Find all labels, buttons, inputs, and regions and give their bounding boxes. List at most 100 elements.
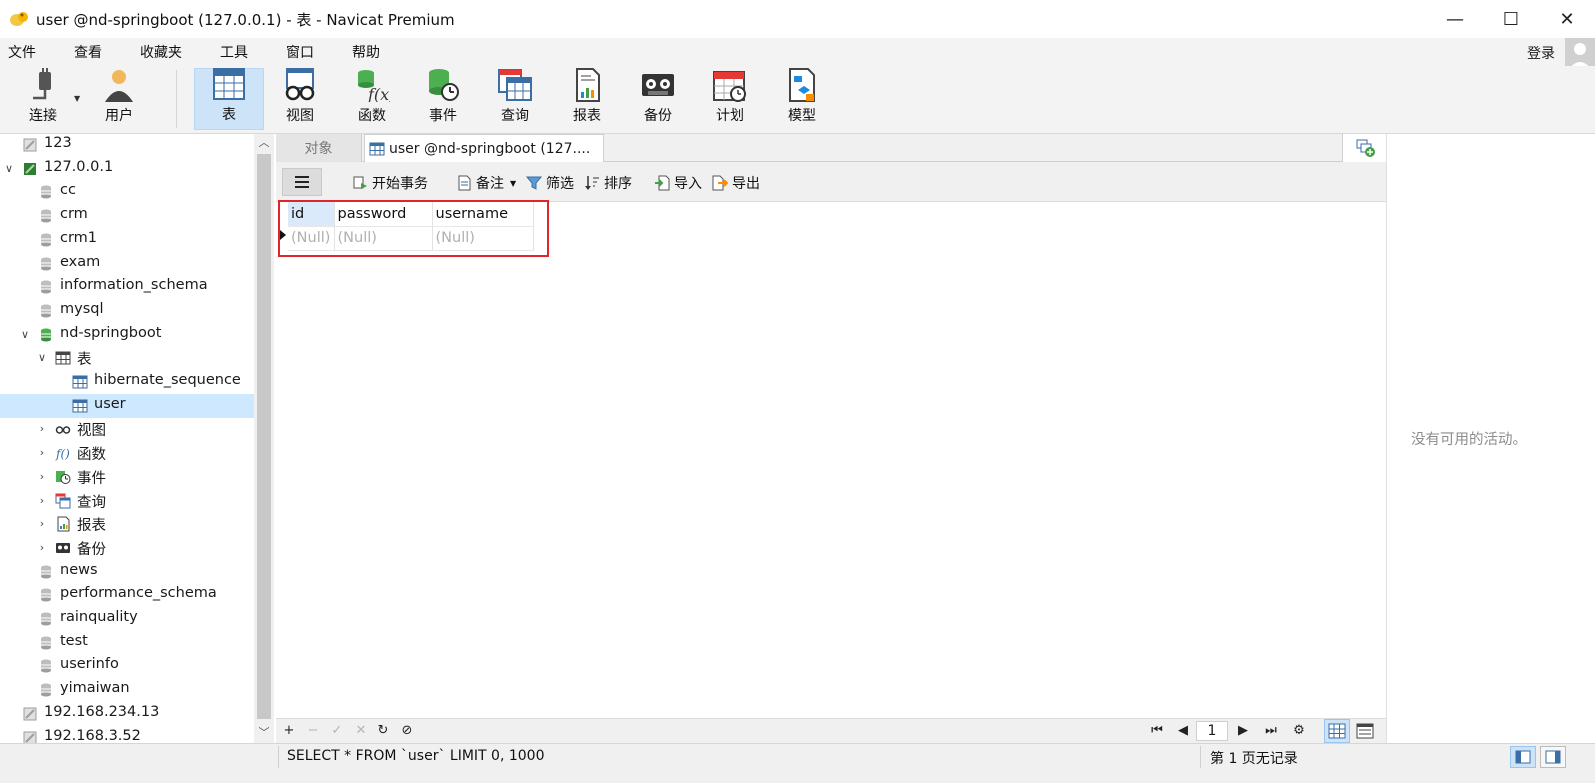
- filter-button[interactable]: 筛选: [525, 173, 574, 193]
- user-button[interactable]: 用户: [84, 68, 154, 130]
- next-page-button[interactable]: ▶: [1234, 722, 1252, 740]
- close-button[interactable]: ✕: [1539, 0, 1595, 38]
- add-record-button[interactable]: +: [280, 722, 298, 740]
- event-icon: [55, 469, 71, 485]
- tree-scrollbar[interactable]: ︿ ﹀: [254, 134, 274, 743]
- table-button[interactable]: 表: [194, 68, 264, 130]
- tree-item-label: 192.168.234.13: [44, 703, 160, 720]
- apply-changes-button[interactable]: ✓: [328, 722, 346, 740]
- chevron-right-icon[interactable]: ›: [36, 447, 48, 459]
- tree-item[interactable]: › 事件: [0, 465, 254, 489]
- stop-button[interactable]: ⊘: [398, 722, 416, 740]
- tab-user-table[interactable]: user @nd-springboot (127....: [364, 134, 604, 162]
- chevron-down-icon[interactable]: ∨: [3, 162, 15, 175]
- layout-right-toggle[interactable]: [1540, 746, 1566, 768]
- tree-item[interactable]: › 备份: [0, 536, 254, 560]
- tree-item[interactable]: crm: [0, 204, 254, 228]
- tree-item-label: mysql: [60, 300, 104, 317]
- menu-favorites[interactable]: 收藏夹: [132, 42, 198, 62]
- backup-tape-icon: [640, 68, 676, 102]
- connect-button[interactable]: 连接: [8, 68, 78, 130]
- schedule-calendar-icon: [712, 68, 748, 102]
- tree-item[interactable]: user: [0, 393, 254, 418]
- delete-record-button[interactable]: −: [304, 722, 322, 740]
- query-button[interactable]: 查询: [480, 68, 550, 130]
- tree-item-label: 报表: [77, 518, 106, 535]
- tree-item[interactable]: crm1: [0, 228, 254, 252]
- filter-label: 筛选: [546, 176, 574, 192]
- view-button[interactable]: 视图: [265, 67, 335, 130]
- maximize-button[interactable]: ☐: [1483, 0, 1539, 38]
- tree-item[interactable]: userinfo: [0, 654, 254, 678]
- menu-window[interactable]: 窗口: [278, 42, 330, 62]
- tree-item[interactable]: performance_schema: [0, 583, 254, 607]
- first-page-button[interactable]: ⏮: [1148, 722, 1166, 740]
- connect-dropdown-icon[interactable]: ▼: [74, 94, 80, 103]
- menu-view[interactable]: 查看: [66, 42, 118, 62]
- tree-item[interactable]: information_schema: [0, 275, 254, 299]
- chevron-right-icon[interactable]: ›: [36, 518, 48, 530]
- prev-page-button[interactable]: ◀: [1174, 722, 1192, 740]
- function-button[interactable]: f(x) 函数: [337, 68, 407, 130]
- memo-button[interactable]: 备注 ▼: [456, 173, 516, 193]
- tree-item[interactable]: cc: [0, 180, 254, 204]
- event-button[interactable]: 事件: [408, 68, 478, 130]
- refresh-button[interactable]: ↻: [374, 722, 392, 740]
- menu-tools[interactable]: 工具: [212, 42, 264, 62]
- report-button[interactable]: 报表: [552, 68, 622, 130]
- layout-left-toggle[interactable]: [1510, 746, 1536, 768]
- chevron-down-icon[interactable]: ∨: [19, 328, 31, 341]
- scrollbar-thumb[interactable]: [257, 154, 271, 719]
- chevron-right-icon[interactable]: ›: [36, 423, 48, 435]
- discard-changes-button[interactable]: ✕: [352, 722, 370, 740]
- tree-item[interactable]: 192.168.234.13: [0, 702, 254, 726]
- export-button[interactable]: 导出: [712, 173, 760, 193]
- import-button[interactable]: 导入: [654, 173, 702, 193]
- form-view-toggle[interactable]: [1352, 719, 1378, 743]
- tree-item[interactable]: › 查询: [0, 489, 254, 513]
- database-icon: [38, 184, 54, 200]
- memo-dropdown-icon[interactable]: ▼: [510, 179, 516, 188]
- tree-item[interactable]: › 视图: [0, 417, 254, 441]
- tree-item[interactable]: exam: [0, 252, 254, 276]
- tree-item[interactable]: hibernate_sequence: [0, 370, 254, 394]
- grid-view-toggle[interactable]: [1324, 719, 1350, 743]
- tree-item[interactable]: › 报表: [0, 512, 254, 536]
- menu-help[interactable]: 帮助: [344, 42, 396, 62]
- settings-gear-icon[interactable]: ⚙: [1290, 722, 1308, 740]
- tree-item[interactable]: ∨ 127.0.0.1: [0, 157, 254, 181]
- minimize-button[interactable]: —: [1427, 0, 1483, 38]
- tree-item[interactable]: news: [0, 560, 254, 584]
- tree-item[interactable]: yimaiwan: [0, 678, 254, 702]
- tree-item[interactable]: ∨ nd-springboot: [0, 323, 254, 347]
- tree-item[interactable]: mysql: [0, 299, 254, 323]
- tree-item-label: 表: [77, 352, 92, 369]
- backup-button[interactable]: 备份: [623, 68, 693, 130]
- report-icon: [569, 68, 605, 102]
- tree-item[interactable]: 123: [0, 134, 254, 157]
- last-page-button[interactable]: ⏭: [1262, 722, 1280, 740]
- scroll-down-icon[interactable]: ﹀: [254, 724, 274, 742]
- chevron-down-icon[interactable]: ∨: [36, 352, 48, 364]
- schedule-button[interactable]: 计划: [695, 68, 765, 130]
- chevron-right-icon[interactable]: ›: [36, 494, 48, 507]
- login-link[interactable]: 登录: [1527, 43, 1555, 63]
- tree-item[interactable]: › f() 函数: [0, 441, 254, 465]
- tab-objects[interactable]: 对象: [276, 134, 362, 162]
- chevron-right-icon[interactable]: ›: [36, 470, 48, 483]
- menu-file[interactable]: 文件: [0, 42, 52, 62]
- chevron-right-icon[interactable]: ›: [36, 541, 48, 554]
- scroll-up-icon[interactable]: ︿: [254, 134, 274, 152]
- sort-button[interactable]: 排序: [584, 173, 632, 193]
- begin-transaction-button[interactable]: 开始事务: [352, 173, 428, 193]
- new-tab-button[interactable]: [1342, 134, 1386, 162]
- hamburger-menu-button[interactable]: [282, 168, 322, 196]
- tree-item[interactable]: rainquality: [0, 607, 254, 631]
- tree-item-label: exam: [60, 253, 101, 270]
- page-number-input[interactable]: 1: [1196, 721, 1228, 741]
- model-button[interactable]: 模型: [767, 68, 837, 130]
- tree-item[interactable]: ∨ 表: [0, 346, 254, 370]
- tree-item[interactable]: test: [0, 631, 254, 655]
- export-label: 导出: [732, 176, 760, 192]
- database-icon: [38, 232, 54, 248]
